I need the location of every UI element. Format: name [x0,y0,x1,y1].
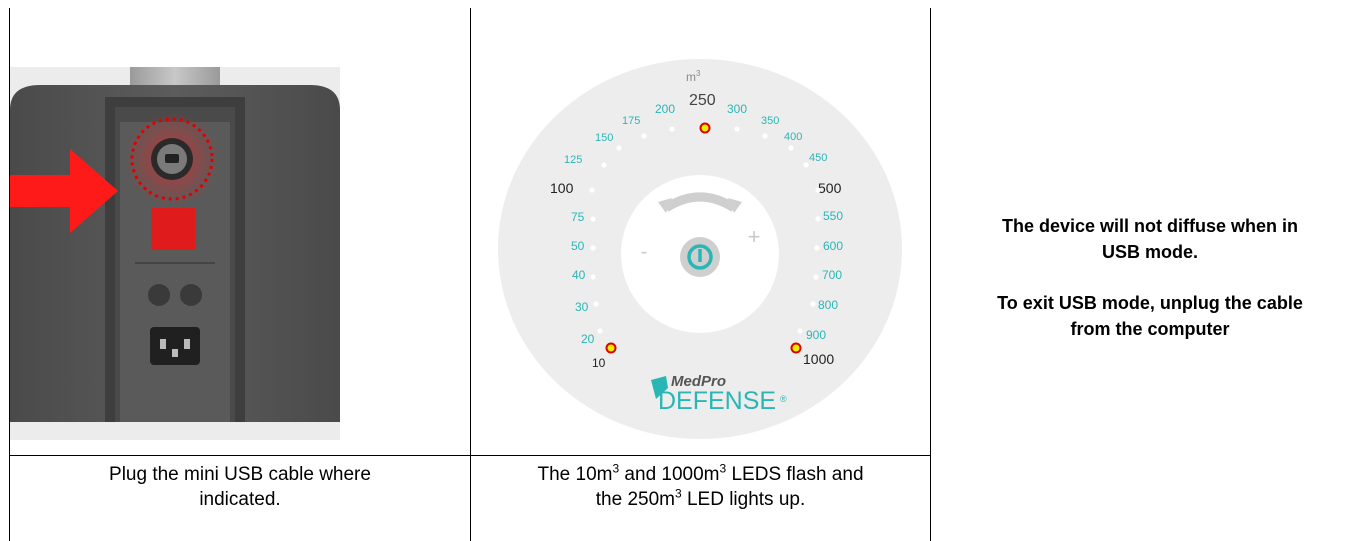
led-550 [815,216,821,222]
dial-label-250: 250 [689,92,716,109]
dial-label-150: 150 [595,132,613,144]
led-125 [601,162,607,168]
dial-label-200: 200 [655,102,675,116]
left-caption-line2: indicated. [199,489,281,510]
dial-label-900: 900 [806,328,826,342]
led-150 [616,145,622,151]
led-100 [589,187,595,193]
led-700 [813,274,819,280]
led-50 [590,245,596,251]
minus-label: - [641,241,648,263]
row-divider [9,455,931,456]
led-800 [810,301,816,307]
left-caption-line1: Plug the mini USB cable where [109,464,371,485]
dial-label-350: 350 [761,115,779,127]
left-caption: Plug the mini USB cable where indicated. [10,462,470,512]
note-line3: To exit USB mode, unplug the cable [997,293,1303,313]
dial-label-400: 400 [784,131,802,143]
dial-label-20: 20 [581,332,595,346]
note-line2: USB mode. [1101,242,1198,262]
led-lit-1000 [790,342,802,354]
led-lit-10 [605,342,617,354]
dial-label-600: 600 [823,239,843,253]
led-500 [815,187,821,193]
usb-mode-note: The device will not diffuse when in USB … [935,213,1365,265]
dial-label-75: 75 [571,210,585,224]
led-75 [590,216,596,222]
middle-caption-line1: The 10m3 and 1000m3 LEDS flash and [537,461,864,485]
dial-label-450: 450 [809,152,827,164]
middle-caption-line2: the 250m3 LED lights up. [595,486,806,510]
led-400 [788,145,794,151]
dial-label-1000: 1000 [803,351,834,367]
dial-label-30: 30 [575,300,589,314]
dial-label-100: 100 [550,180,574,196]
led-450 [803,162,809,168]
led-600 [814,245,820,251]
note-line1: The device will not diffuse when in [1001,216,1299,236]
dial-label-50: 50 [571,239,585,253]
middle-caption: The 10m3 and 1000m3 LEDS flash and the 2… [471,462,930,512]
dial-label-700: 700 [822,268,842,282]
device-back-usb-port-photo [10,67,340,440]
dial-label-550: 550 [823,209,843,223]
device-photo [10,67,340,440]
dial-label-175: 175 [622,115,640,127]
dial-label-125: 125 [564,154,582,166]
led-lit-250 [699,122,711,134]
brand-mark: ® [780,394,787,404]
dial-label-300: 300 [727,102,747,116]
led-200 [669,126,675,132]
dial-label-800: 800 [818,298,838,312]
control-dial-diagram: - + m3 102030405075100125150175200 250 300… [498,59,902,439]
led-20 [597,328,603,334]
note-line4: from the computer [1070,319,1230,339]
table-border-right [930,8,931,541]
exit-usb-note: To exit USB mode, unplug the cable from … [935,290,1365,342]
led-40 [590,274,596,280]
dial-label-500: 500 [818,180,842,196]
led-300 [734,126,740,132]
dial-label-40: 40 [572,268,586,282]
led-900 [797,328,803,334]
led-350 [762,133,768,139]
brand-bottom: DEFENSE [658,387,776,415]
plus-label: + [748,224,761,249]
led-175 [641,133,647,139]
dial-label-10: 10 [592,356,606,370]
led-30 [593,301,599,307]
